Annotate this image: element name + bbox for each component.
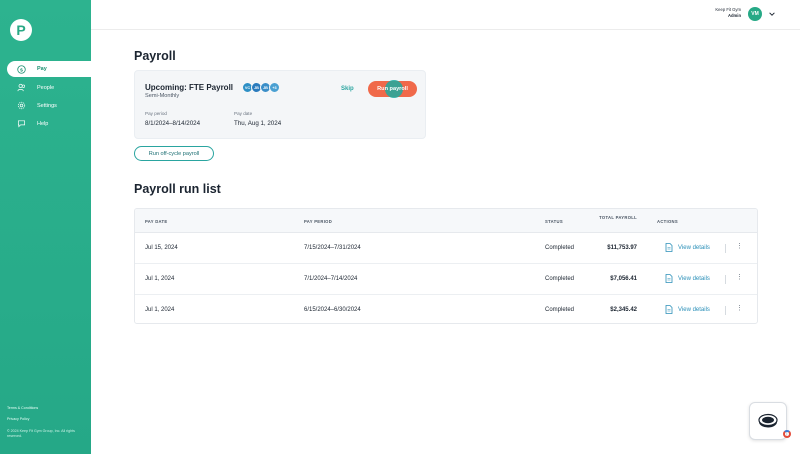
- sidebar-item-label: People: [37, 84, 55, 91]
- divider: [725, 306, 726, 315]
- chevron-down-icon[interactable]: [768, 10, 776, 18]
- employee-chips: VC JB JB +3: [242, 82, 280, 93]
- copyright-text: © 2024 Keep Fit Gym Group, Inc. All righ…: [7, 428, 75, 438]
- cell-pay-date: Jul 1, 2024: [145, 307, 175, 313]
- table-header: PAY DATE PAY PERIOD STATUS TOTAL PAYROLL…: [135, 209, 757, 233]
- support-widget-button[interactable]: [749, 402, 787, 440]
- sidebar-item-label: Settings: [37, 102, 57, 109]
- view-details-link[interactable]: View details: [665, 305, 710, 314]
- payroll-run-table: PAY DATE PAY PERIOD STATUS TOTAL PAYROLL…: [134, 208, 758, 324]
- col-status[interactable]: STATUS: [545, 219, 563, 224]
- privacy-link[interactable]: Privacy Policy: [7, 417, 81, 422]
- sidebar: P $ Pay People Settings Help Terms & Con…: [0, 0, 91, 454]
- pay-period-value: 8/1/2024–8/14/2024: [145, 120, 201, 127]
- user-role: Admin: [727, 13, 741, 19]
- upcoming-payroll-card: Upcoming: FTE Payroll Semi-Monthly VC JB…: [134, 70, 426, 139]
- run-payroll-label: Run payroll: [377, 86, 408, 92]
- sidebar-item-pay[interactable]: $ Pay: [7, 61, 91, 77]
- cell-pay-date: Jul 1, 2024: [145, 276, 175, 282]
- top-bar: Keep Fit Gym Admin VM: [91, 0, 800, 30]
- run-list-title: Payroll run list: [134, 182, 221, 196]
- terms-link[interactable]: Terms & Conditions: [7, 406, 81, 411]
- avatar[interactable]: VM: [748, 7, 762, 21]
- table-row[interactable]: Jul 15, 2024 7/15/2024–7/31/2024 Complet…: [135, 233, 757, 264]
- more-options-icon[interactable]: ⋮: [736, 243, 743, 250]
- sidebar-item-people[interactable]: People: [0, 79, 91, 96]
- chat-widget-icon: [758, 413, 778, 428]
- document-icon: [665, 274, 673, 283]
- run-payroll-button[interactable]: Run payroll: [368, 80, 417, 98]
- sidebar-footer: Terms & Conditions Privacy Policy © 2024…: [7, 406, 81, 445]
- upcoming-title: Upcoming: FTE Payroll: [145, 83, 234, 92]
- cell-total: $11,753.97: [607, 245, 637, 251]
- pay-date-label: Pay date: [234, 111, 253, 116]
- cell-status: Completed: [545, 276, 575, 282]
- cell-status: Completed: [545, 307, 575, 313]
- page-title: Payroll: [134, 49, 176, 63]
- cell-pay-date: Jul 15, 2024: [145, 245, 178, 251]
- col-total[interactable]: TOTAL PAYROLL: [597, 215, 637, 221]
- view-details-link[interactable]: View details: [665, 274, 710, 283]
- run-off-cycle-button[interactable]: Run off-cycle payroll: [134, 146, 214, 161]
- cell-total: $2,345.42: [610, 307, 637, 313]
- app-root: P $ Pay People Settings Help Terms & Con…: [0, 0, 800, 454]
- more-options-icon[interactable]: ⋮: [736, 274, 743, 281]
- gear-icon: [17, 101, 26, 110]
- cell-total: $7,056.41: [610, 276, 637, 282]
- divider: [725, 275, 726, 284]
- col-pay-period[interactable]: PAY PERIOD: [304, 219, 332, 224]
- table-row[interactable]: Jul 1, 2024 7/1/2024–7/14/2024 Completed…: [135, 264, 757, 295]
- pay-period-label: Pay period: [145, 111, 167, 116]
- table-row[interactable]: Jul 1, 2024 6/15/2024–6/30/2024 Complete…: [135, 295, 757, 323]
- sidebar-item-label: Pay: [37, 66, 47, 72]
- recaptcha-icon: [783, 430, 791, 438]
- document-icon: [665, 243, 673, 252]
- cell-pay-period: 6/15/2024–6/30/2024: [304, 307, 361, 313]
- sidebar-item-settings[interactable]: Settings: [0, 97, 91, 114]
- sidebar-item-label: Help: [37, 120, 49, 127]
- logo-letter: P: [16, 22, 26, 38]
- view-details-label: View details: [678, 275, 710, 282]
- view-details-label: View details: [678, 244, 710, 251]
- more-options-icon[interactable]: ⋮: [736, 305, 743, 312]
- sidebar-item-help[interactable]: Help: [0, 115, 91, 132]
- view-details-link[interactable]: View details: [665, 243, 710, 252]
- svg-text:$: $: [20, 67, 23, 73]
- dollar-circle-icon: $: [17, 64, 26, 74]
- col-actions: ACTIONS: [657, 219, 678, 224]
- cell-pay-period: 7/1/2024–7/14/2024: [304, 276, 358, 282]
- cell-status: Completed: [545, 245, 575, 251]
- skip-button[interactable]: Skip: [341, 86, 354, 92]
- account-info: Keep Fit Gym Admin: [715, 7, 741, 20]
- logo[interactable]: P: [10, 19, 32, 41]
- help-chat-icon: [17, 119, 26, 128]
- more-employees-chip[interactable]: +3: [269, 82, 280, 93]
- pay-frequency: Semi-Monthly: [145, 93, 180, 99]
- people-icon: [17, 83, 26, 92]
- view-details-label: View details: [678, 306, 710, 313]
- sidebar-nav: $ Pay People Settings Help: [0, 61, 91, 133]
- cell-pay-period: 7/15/2024–7/31/2024: [304, 245, 361, 251]
- pay-date-value: Thu, Aug 1, 2024: [234, 120, 282, 127]
- divider: [725, 244, 726, 253]
- document-icon: [665, 305, 673, 314]
- col-pay-date[interactable]: PAY DATE: [145, 219, 168, 224]
